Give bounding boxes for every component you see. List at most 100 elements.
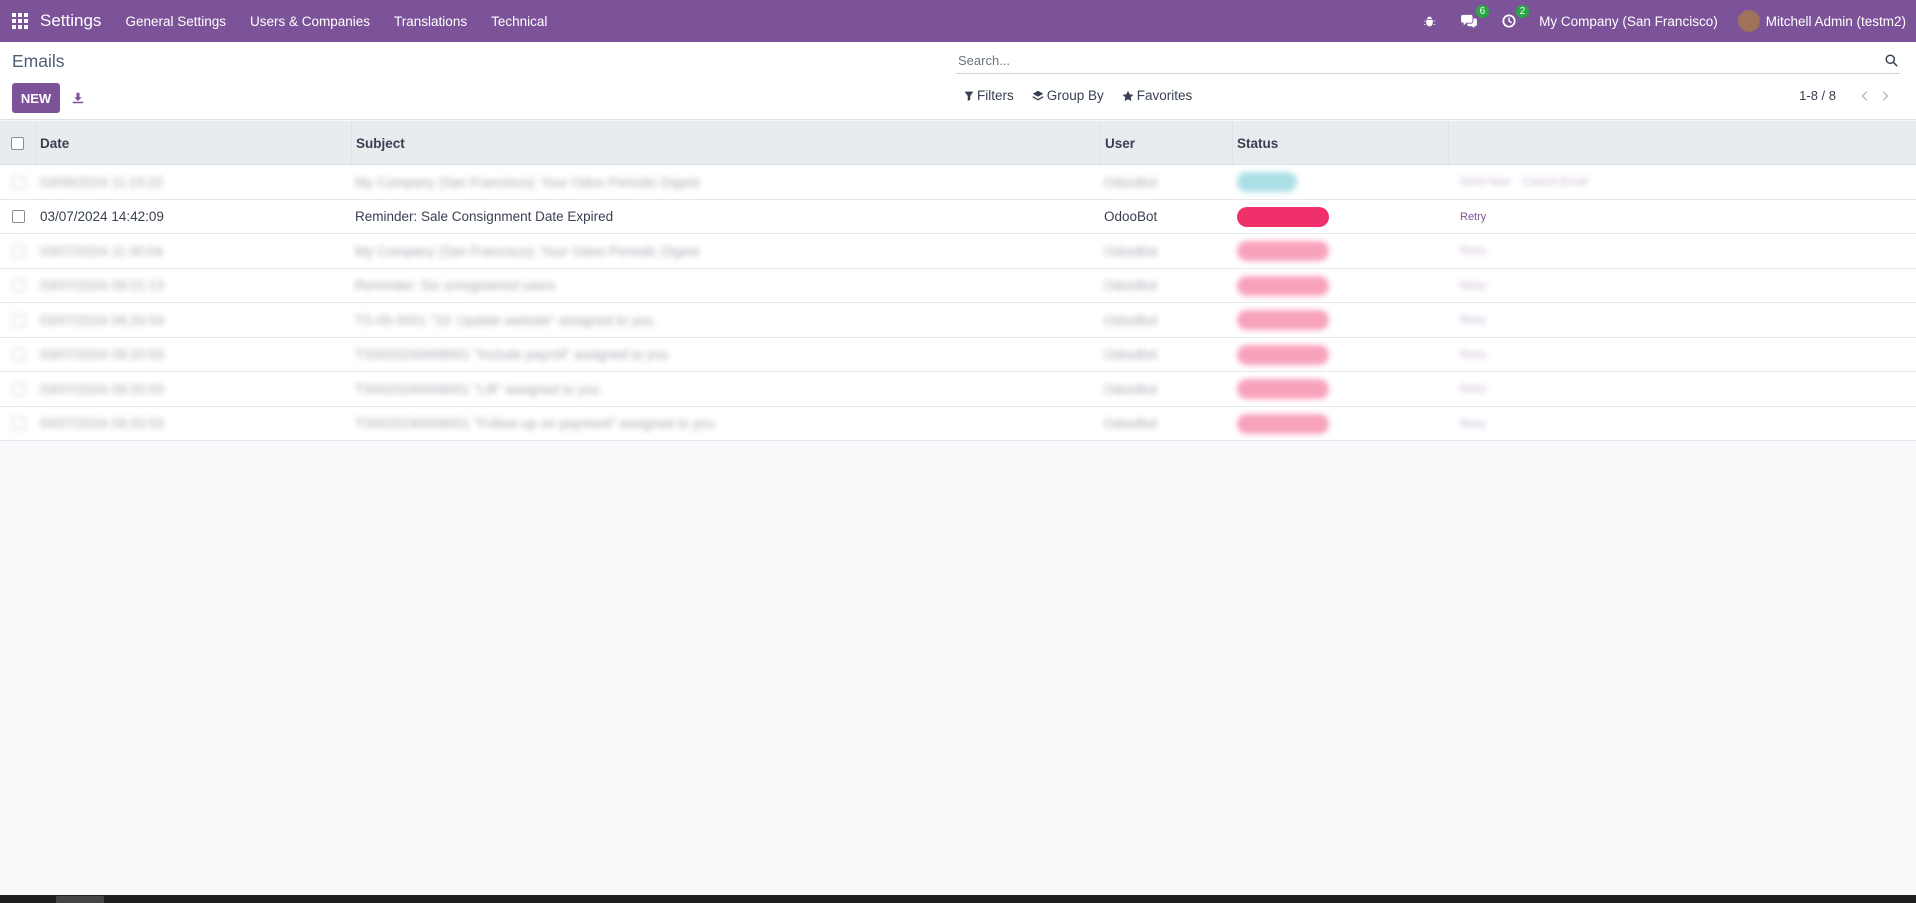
row-action-button[interactable]: Retry xyxy=(1460,349,1486,361)
breadcrumb: Emails xyxy=(12,51,65,71)
cell-actions: Send Now Cancel Email xyxy=(1460,165,1860,199)
pager-next-icon[interactable] xyxy=(1878,89,1892,103)
row-checkbox[interactable] xyxy=(12,279,25,292)
apps-menu-icon[interactable] xyxy=(0,0,40,42)
menu-translations[interactable]: Translations xyxy=(394,14,467,29)
favorites-toggle[interactable]: Favorites xyxy=(1122,88,1193,103)
taskbar-item[interactable] xyxy=(56,896,104,903)
debug-bug-icon[interactable] xyxy=(1419,11,1439,31)
cell-subject: TS0020240008001 "Include payroll" assign… xyxy=(355,347,669,362)
table-row[interactable]: 03/08/2024 11:23:22 My Company (San Franc… xyxy=(0,165,1916,200)
groupby-toggle[interactable]: Group By xyxy=(1032,88,1104,103)
pager-value[interactable]: 1-8 / 8 xyxy=(1799,88,1836,103)
cell-subject: My Company (San Francisco): Your Odoo Pe… xyxy=(355,174,700,190)
table-row[interactable]: 03/07/2024 09:21:13 Reminder: Six unregis… xyxy=(0,268,1916,303)
column-date[interactable]: Date xyxy=(36,121,352,165)
top-navbar: Settings General Settings Users & Compan… xyxy=(0,0,1916,42)
column-subject[interactable]: Subject xyxy=(352,121,1101,165)
messages-count-badge: 6 xyxy=(1475,5,1490,18)
cell-date: 03/07/2024 09:20:53 xyxy=(40,347,164,362)
status-badge xyxy=(1237,310,1329,330)
status-badge xyxy=(1237,379,1329,399)
cell-status xyxy=(1237,303,1437,337)
cell-actions: Retry xyxy=(1460,338,1860,372)
row-action-button[interactable]: Cancel Email xyxy=(1523,176,1588,188)
cell-user: OdooBot xyxy=(1104,174,1158,190)
pager-previous-icon[interactable] xyxy=(1858,89,1872,103)
column-status[interactable]: Status xyxy=(1233,121,1449,165)
table-row[interactable]: 03/07/2024 09:20:54 TS-05-0001 "10: Updat… xyxy=(0,303,1916,338)
cell-subject: TS0020240008001 "Lift" assigned to you xyxy=(355,381,600,397)
row-checkbox-cell xyxy=(12,372,32,406)
messages-chat-icon[interactable]: 6 xyxy=(1459,5,1490,31)
cell-date: 03/07/2024 09:20:54 xyxy=(40,312,164,328)
status-badge xyxy=(1237,344,1329,365)
row-action-button[interactable]: Retry xyxy=(1460,418,1486,430)
download-icon[interactable] xyxy=(70,88,86,108)
row-checkbox[interactable] xyxy=(12,210,25,223)
search-options: Filters Group By Favorites xyxy=(964,88,1210,103)
cell-user: OdooBot xyxy=(1104,243,1158,259)
select-all-checkbox[interactable] xyxy=(11,136,24,150)
status-badge xyxy=(1237,413,1329,434)
row-action-button[interactable]: Retry xyxy=(1460,280,1486,292)
row-checkbox-cell xyxy=(12,234,32,268)
filter-icon xyxy=(964,91,974,101)
table-body: 03/08/2024 11:23:22 My Company (San Franc… xyxy=(0,165,1916,441)
cell-user: OdooBot xyxy=(1104,347,1158,362)
cell-date: 03/07/2024 09:20:53 xyxy=(40,416,164,431)
row-checkbox[interactable] xyxy=(12,313,25,327)
cell-status xyxy=(1237,338,1437,372)
row-checkbox[interactable] xyxy=(12,417,25,430)
row-checkbox[interactable] xyxy=(12,175,25,189)
row-action-button[interactable]: Retry xyxy=(1460,314,1486,326)
menu-users-companies[interactable]: Users & Companies xyxy=(250,14,370,29)
cell-status xyxy=(1237,165,1437,199)
cell-subject: TS0020240008001 "Follow-up on payment" a… xyxy=(355,416,715,431)
cell-status xyxy=(1237,407,1437,441)
control-panel: Emails NEW Filters Group By Favorites 1-… xyxy=(0,42,1916,120)
new-button[interactable]: NEW xyxy=(12,83,60,113)
cell-user: OdooBot xyxy=(1104,381,1158,397)
app-title[interactable]: Settings xyxy=(40,11,101,31)
row-checkbox-cell xyxy=(12,407,32,441)
layers-icon xyxy=(1032,90,1043,100)
search-bar xyxy=(956,48,1900,74)
company-switcher[interactable]: My Company (San Francisco) xyxy=(1539,14,1718,29)
cell-date: 03/07/2024 14:42:09 xyxy=(40,209,164,224)
cell-user: OdooBot xyxy=(1104,416,1158,431)
row-action-button[interactable]: Send Now xyxy=(1460,176,1511,188)
row-checkbox[interactable] xyxy=(12,244,25,258)
cell-status xyxy=(1237,200,1437,234)
cell-actions: Retry xyxy=(1460,407,1860,441)
cell-subject: Reminder: Sale Consignment Date Expired xyxy=(355,209,614,224)
pager: 1-8 / 8 xyxy=(1799,88,1892,103)
status-badge xyxy=(1237,172,1297,192)
activities-count-badge: 2 xyxy=(1515,5,1530,18)
filters-toggle[interactable]: Filters xyxy=(964,88,1014,103)
row-checkbox-cell xyxy=(12,269,32,303)
user-menu[interactable]: Mitchell Admin (testm2) xyxy=(1766,14,1906,29)
row-action-button[interactable]: Retry xyxy=(1460,245,1486,257)
table-row[interactable]: 03/07/2024 11:30:04 My Company (San Franc… xyxy=(0,234,1916,269)
cell-actions: Retry xyxy=(1460,372,1860,406)
row-checkbox[interactable] xyxy=(12,348,25,361)
table-row[interactable]: 03/07/2024 09:20:53 TS0020240008001 "Foll… xyxy=(0,406,1916,441)
activities-clock-icon[interactable]: 2 xyxy=(1499,5,1530,31)
emails-list: Date Subject User Status 03/08/2024 11:2… xyxy=(0,121,1916,441)
search-input[interactable] xyxy=(956,53,1882,68)
row-action-button[interactable]: Retry xyxy=(1460,211,1486,223)
row-action-button[interactable]: Retry xyxy=(1460,383,1486,395)
column-user[interactable]: User xyxy=(1101,121,1233,165)
user-avatar[interactable] xyxy=(1737,10,1760,32)
table-row[interactable]: 03/07/2024 14:42:09 Reminder: Sale Consig… xyxy=(0,199,1916,234)
favorites-label: Favorites xyxy=(1136,88,1193,103)
menu-technical[interactable]: Technical xyxy=(491,14,547,29)
table-row[interactable]: 03/07/2024 09:20:53 TS0020240008001 "Incl… xyxy=(0,337,1916,372)
search-icon[interactable] xyxy=(1882,52,1900,70)
row-checkbox-cell xyxy=(12,165,32,199)
table-row[interactable]: 03/07/2024 09:20:53 TS0020240008001 "Lift… xyxy=(0,372,1916,407)
menu-general-settings[interactable]: General Settings xyxy=(125,14,226,29)
row-checkbox[interactable] xyxy=(12,382,25,396)
cell-user: OdooBot xyxy=(1104,278,1158,293)
